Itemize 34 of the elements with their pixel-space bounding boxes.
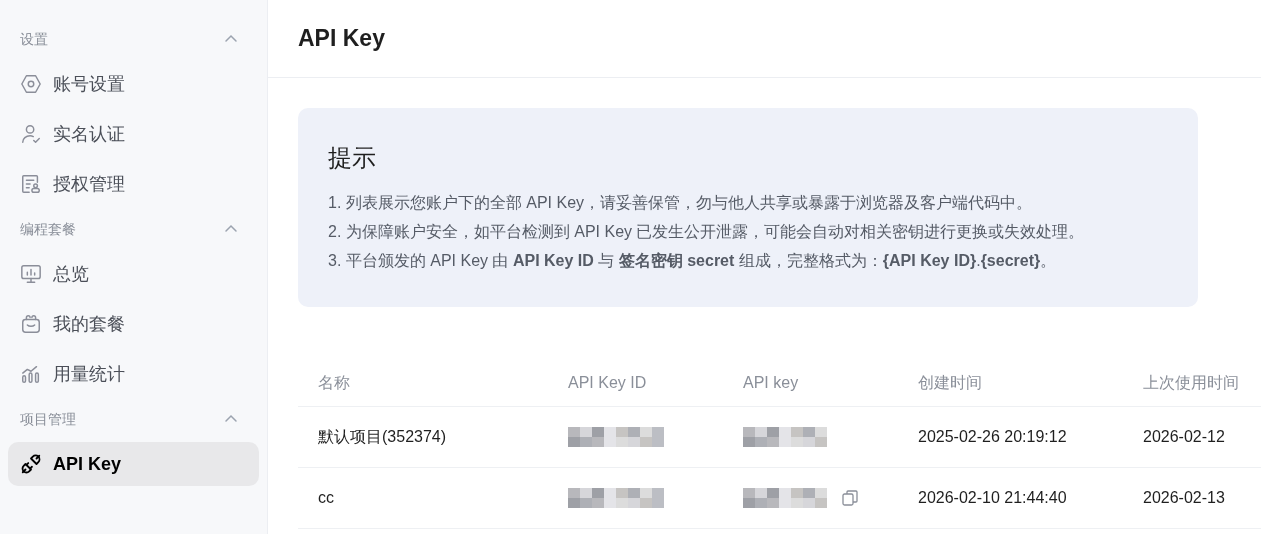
table-cell: 2026-02-12 [1143,428,1225,445]
sidebar-item[interactable]: 总览 [8,252,259,296]
column-header: 创建时间 [918,373,982,391]
section-heading: 设置 [20,29,48,49]
copy-icon[interactable] [841,489,859,507]
hexagon-icon [20,73,42,95]
plug-icon [20,453,42,475]
notice-title: 提示 [328,143,377,173]
sidebar-item[interactable]: 用量统计 [8,352,259,396]
page-title: API Key [298,24,385,54]
column-header: 名称 [318,373,350,391]
bag-icon [20,313,42,335]
notice-line: 1. 列表展示您账户下的全部 API Key，请妥善保管，勿与他人共享或暴露于浏览器及客户端代码中。 [328,193,1034,213]
monitor-chart-icon [20,263,42,285]
notice-line: 3. 平台颁发的 API Key 由 API Key ID 与 签名密钥 secret 组成，完整格式为：{API Key ID}.{secret}。 [328,251,1058,271]
user-check-icon [20,123,42,145]
section-heading: 项目管理 [20,409,76,429]
notice-line: 2. 为保障账户安全，如平台检测到 API Key 已发生公开泄露，可能会自动对相关密钥进行更换或失效处理。 [328,222,1086,242]
sidebar-item[interactable]: 实名认证 [8,112,259,156]
sidebar-item[interactable]: 我的套餐 [8,302,259,346]
sidebar-item[interactable]: 授权管理 [8,162,259,206]
document-user-icon [20,173,42,195]
table-cell: 2026-02-13 [1143,489,1225,506]
column-header: API key [743,373,799,391]
table-cell: 2026-02-10 21:44:40 [918,489,1067,506]
table-cell: 2025-02-26 20:19:12 [918,428,1067,445]
bar-chart-icon [20,363,42,385]
table-cell: cc [318,489,334,506]
section-heading: 编程套餐 [20,219,76,239]
sidebar-item[interactable]: 账号设置 [8,62,259,106]
column-header: 上次使用时间 [1143,373,1239,391]
table-cell: 默认项目(352374) [318,428,447,445]
sidebar-item[interactable]: API Key [8,442,259,486]
column-header: API Key ID [568,373,647,391]
